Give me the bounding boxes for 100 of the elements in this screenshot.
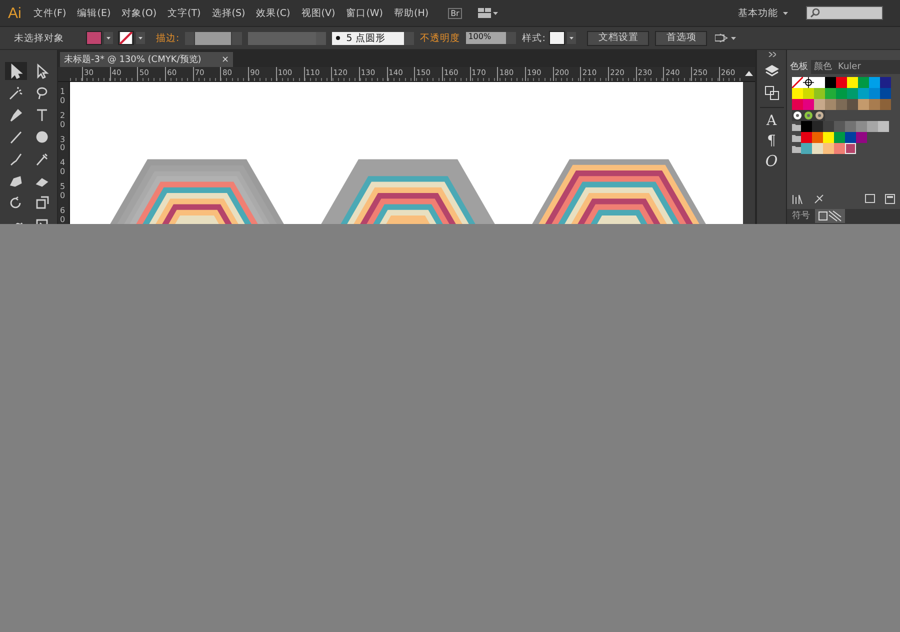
color-swatch[interactable] — [845, 143, 856, 154]
menu-item[interactable]: 窗口(W) — [346, 6, 383, 20]
color-swatch[interactable] — [856, 132, 867, 143]
color-swatch[interactable] — [801, 132, 812, 143]
color-swatch[interactable] — [834, 132, 845, 143]
color-swatch[interactable] — [836, 99, 847, 110]
brush-dropdown[interactable]: 5 点圆形 — [332, 32, 414, 44]
ruler-label: 40 — [59, 159, 66, 178]
color-swatch[interactable] — [803, 88, 814, 99]
layers-icon[interactable] — [764, 63, 780, 79]
stroke-color-dropdown[interactable] — [118, 31, 145, 45]
color-swatch[interactable] — [834, 143, 845, 154]
vertical-scrollbar[interactable] — [743, 82, 755, 224]
menu-item[interactable]: 视图(V) — [301, 6, 336, 20]
pattern-swatch[interactable] — [803, 110, 814, 121]
caret-icon — [104, 32, 113, 44]
new-swatch-icon[interactable] — [885, 194, 895, 204]
color-swatch[interactable] — [792, 99, 803, 110]
color-swatch[interactable] — [823, 132, 834, 143]
color-swatch[interactable] — [792, 88, 803, 99]
color-swatch[interactable] — [803, 99, 814, 110]
color-swatch[interactable] — [836, 88, 847, 99]
color-swatch[interactable] — [836, 77, 847, 88]
stroke-link[interactable]: 描边: — [156, 32, 180, 44]
color-swatch[interactable] — [847, 99, 858, 110]
ruler-label: 20 — [59, 112, 66, 131]
color-swatch[interactable] — [869, 99, 880, 110]
caret-icon — [136, 32, 145, 44]
color-swatch[interactable] — [847, 88, 858, 99]
scroll-up-icon[interactable] — [745, 71, 753, 76]
color-swatch[interactable] — [858, 77, 869, 88]
color-swatch[interactable] — [858, 99, 869, 110]
color-swatch[interactable] — [880, 77, 891, 88]
swatch-options-icon[interactable] — [814, 194, 824, 204]
toolbar-button[interactable]: 首选项 — [655, 30, 708, 46]
pattern-swatch[interactable] — [814, 110, 825, 121]
variable-width-dropdown[interactable] — [248, 32, 326, 44]
workspace-switcher[interactable]: 基本功能 — [738, 6, 778, 20]
panel-button[interactable]: A — [766, 114, 777, 128]
panel-button[interactable]: ¶ — [767, 134, 776, 148]
opacity-field[interactable]: 100% — [466, 32, 516, 44]
menu-item[interactable]: 帮助(H) — [394, 6, 429, 20]
color-swatch[interactable] — [856, 121, 867, 132]
color-swatch[interactable] — [845, 121, 856, 132]
color-swatch[interactable] — [825, 77, 836, 88]
color-swatch[interactable] — [880, 99, 891, 110]
menu-item[interactable]: 对象(O) — [122, 6, 157, 20]
toolbar-button[interactable]: 文档设置 — [587, 30, 650, 46]
color-swatch[interactable] — [823, 121, 834, 132]
style-dropdown[interactable] — [549, 31, 576, 45]
style-label: 样式: — [522, 32, 546, 44]
search-icon — [810, 8, 820, 18]
bridge-button[interactable]: Br — [448, 8, 462, 18]
color-swatch[interactable] — [847, 77, 858, 88]
color-swatch[interactable] — [878, 121, 889, 132]
opacity-link[interactable]: 不透明度 — [420, 32, 460, 44]
artboards-icon[interactable] — [764, 85, 780, 101]
color-swatch[interactable] — [812, 143, 823, 154]
brushes-tab[interactable] — [815, 209, 845, 223]
stroke-weight-field[interactable] — [185, 32, 242, 44]
caret-icon[interactable] — [783, 12, 788, 14]
selection-status: 未选择对象 — [14, 32, 64, 44]
menu-item[interactable]: 文件(F) — [33, 6, 66, 20]
color-swatch[interactable] — [814, 99, 825, 110]
color-swatch[interactable] — [869, 77, 880, 88]
panel-button[interactable]: O — [765, 154, 778, 168]
color-swatch[interactable] — [812, 132, 823, 143]
menu-item[interactable]: 文字(T) — [168, 6, 201, 20]
color-swatch[interactable] — [845, 132, 856, 143]
color-swatch[interactable] — [825, 88, 836, 99]
menu-item[interactable]: 效果(C) — [256, 6, 290, 20]
color-swatch[interactable] — [869, 88, 880, 99]
color-swatch[interactable] — [867, 121, 878, 132]
menu-item[interactable]: 编辑(E) — [77, 6, 111, 20]
color-swatch[interactable] — [880, 88, 891, 99]
color-swatch[interactable] — [823, 143, 834, 154]
fill-color-dropdown[interactable] — [86, 31, 113, 45]
color-swatch[interactable] — [814, 77, 825, 88]
color-swatch[interactable] — [834, 121, 845, 132]
panel-tab[interactable]: 色板 — [787, 60, 811, 74]
new-group-icon[interactable] — [865, 194, 877, 204]
color-swatch[interactable] — [801, 121, 812, 132]
color-swatch[interactable] — [814, 88, 825, 99]
arrange-icon[interactable] — [715, 33, 738, 43]
panel-tab[interactable]: Kuler — [835, 60, 864, 74]
registration-swatch[interactable] — [803, 77, 814, 88]
document-tab[interactable]: 未标题-3* @ 130% (CMYK/预览) × — [60, 52, 233, 67]
ruler-label: 50 — [59, 183, 66, 202]
color-swatch[interactable] — [858, 88, 869, 99]
app-logo: Ai — [8, 4, 22, 22]
pattern-swatch[interactable] — [792, 110, 803, 121]
none-swatch[interactable] — [792, 77, 803, 88]
color-swatch[interactable] — [825, 99, 836, 110]
color-swatch[interactable] — [812, 121, 823, 132]
search-field[interactable] — [806, 6, 883, 20]
arrange-documents-icon[interactable] — [478, 8, 498, 18]
menu-item[interactable]: 选择(S) — [212, 6, 246, 20]
color-swatch[interactable] — [801, 143, 812, 154]
panel-tab[interactable]: 颜色 — [811, 60, 835, 74]
collapse-icon[interactable] — [768, 52, 776, 57]
